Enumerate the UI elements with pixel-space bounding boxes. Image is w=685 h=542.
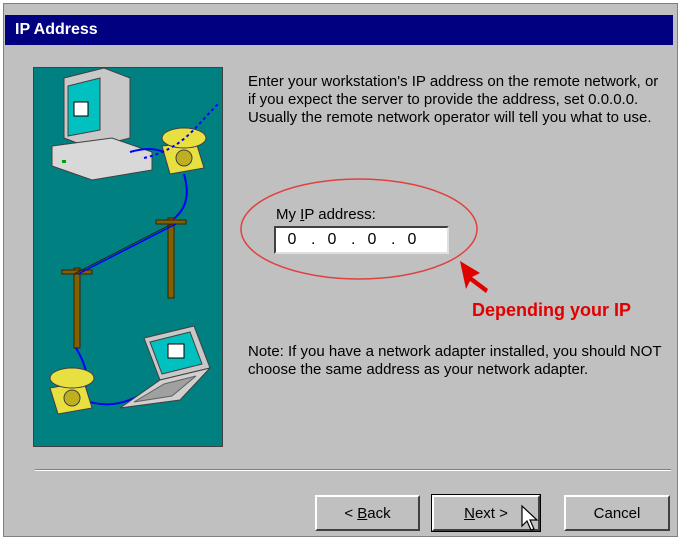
telephone-icon — [49, 367, 95, 415]
ip-octet-1[interactable]: 0 — [282, 231, 302, 249]
ip-separator: . — [351, 231, 356, 248]
ip-octet-4[interactable]: 0 — [402, 231, 422, 249]
annotation-text: Depending your IP — [472, 300, 632, 320]
ip-address-label: My IP address: — [276, 206, 376, 223]
ip-octet-2[interactable]: 0 — [322, 231, 342, 249]
desktop-computer-icon — [51, 68, 153, 181]
back-button[interactable]: < Back — [315, 495, 420, 531]
title-bar: IP Address — [5, 15, 673, 45]
telephone-icon — [161, 127, 207, 175]
network-illustration — [33, 67, 223, 447]
window-title: IP Address — [15, 21, 98, 38]
separator-line — [35, 469, 671, 471]
ip-separator: . — [391, 231, 396, 248]
network-illustration-graphic — [49, 68, 219, 415]
laptop-computer-icon — [119, 325, 212, 409]
annotation-arrow-icon — [460, 261, 488, 293]
intro-text: Enter your workstation's IP address on t… — [248, 73, 659, 126]
telephone-pole-icon — [61, 267, 93, 349]
ip-address-input[interactable]: 0 . 0 . 0 . 0 — [274, 226, 449, 254]
dialog-window: IP Address Enter your workstation's IP a… — [3, 3, 678, 537]
note-text: Note: If you have a network adapter inst… — [248, 343, 662, 378]
cancel-button[interactable]: Cancel — [564, 495, 670, 531]
ip-octet-3[interactable]: 0 — [362, 231, 382, 249]
ip-separator: . — [311, 231, 316, 248]
mouse-cursor-icon — [521, 504, 539, 531]
